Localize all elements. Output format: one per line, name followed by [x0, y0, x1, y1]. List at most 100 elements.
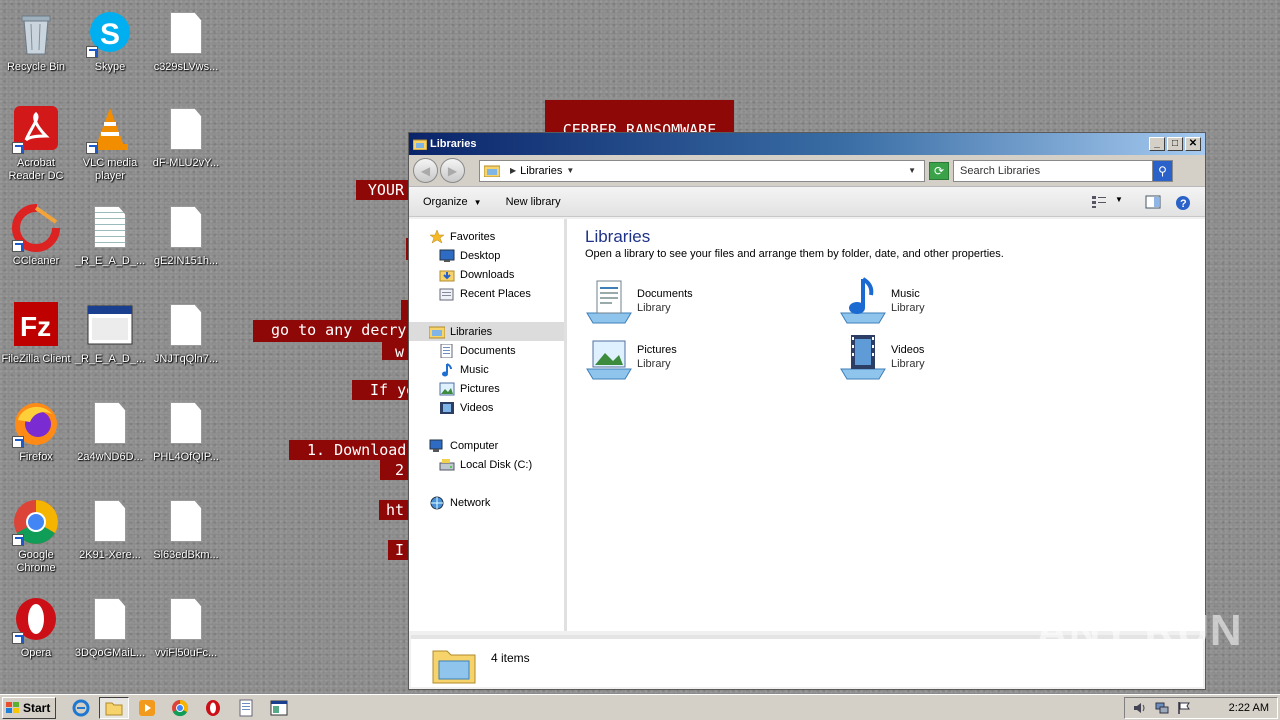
breadcrumb-libraries[interactable]: Libraries [520, 165, 562, 177]
desktop-icon-readme-2[interactable]: _R_E_A_D_... [72, 296, 148, 388]
file-icon [162, 204, 210, 252]
desktop-icon-label: 3DQoGMaiL... [74, 647, 146, 659]
title-bar[interactable]: Libraries _ □ ✕ [409, 133, 1205, 155]
desktop-icon-file[interactable]: gE2IN151h... [148, 198, 224, 290]
desktop-icon-file[interactable]: JNJTqQln7... [148, 296, 224, 388]
view-options-dropdown-icon[interactable]: ▼ [1115, 195, 1131, 209]
back-button[interactable]: ◀ [413, 158, 438, 183]
nav-item-music[interactable]: Music [409, 360, 564, 379]
clock[interactable]: 2:22 AM [1229, 702, 1269, 714]
desktop-icon-label: Acrobat Reader DC [8, 157, 64, 182]
desktop-icon-recycle-bin[interactable]: Recycle Bin [0, 4, 74, 96]
forward-button[interactable]: ▶ [440, 158, 465, 183]
library-pictures[interactable]: Pictures Library [585, 332, 785, 382]
desktop-icon-label: Recycle Bin [6, 61, 66, 73]
maximize-button[interactable]: □ [1167, 137, 1183, 151]
documents-icon [439, 343, 455, 358]
taskbar-notepad-icon[interactable] [231, 697, 261, 719]
breadcrumb-separator-icon[interactable]: ▶ [510, 166, 516, 175]
desktop-icon-filezilla[interactable]: Fz FileZilla Client [0, 296, 74, 388]
organize-button[interactable]: Organize ▼ [423, 196, 482, 208]
desktop-icon-label: PHL4OfQIP... [153, 451, 219, 463]
nav-item-label: Network [450, 496, 491, 509]
desktop-icon-readme-1[interactable]: _R_E_A_D_... [72, 198, 148, 290]
ransom-line: I [388, 540, 410, 560]
navigation-pane[interactable]: Favorites Desktop Downloads Recent Place… [409, 219, 567, 631]
nav-item-label: Recent Places [460, 287, 531, 300]
nav-item-documents[interactable]: Documents [409, 341, 564, 360]
filezilla-icon: Fz [12, 302, 60, 350]
nav-item-desktop[interactable]: Desktop [409, 246, 564, 265]
library-music[interactable]: Music Library [839, 276, 1039, 326]
desktop-icon-chrome[interactable]: Google Chrome [0, 492, 74, 584]
taskbar-explorer-icon[interactable] [99, 696, 129, 719]
library-videos[interactable]: Videos Library [839, 332, 1039, 382]
close-button[interactable]: ✕ [1185, 137, 1201, 151]
search-input[interactable]: Search Libraries [960, 165, 1040, 177]
nav-item-computer[interactable]: Computer [409, 436, 564, 455]
desktop-icon-vlc[interactable]: VLC media player [72, 100, 148, 192]
desktop-icon-ccleaner[interactable]: CCleaner [0, 198, 74, 290]
start-button[interactable]: Start [2, 696, 56, 719]
desktop-icon-file[interactable]: 2a4wND6D... [72, 394, 148, 486]
nav-item-videos[interactable]: Videos [409, 398, 564, 417]
file-icon [162, 302, 210, 350]
content-pane[interactable]: Libraries Open a library to see your fil… [567, 219, 1205, 631]
desktop-icon-label: Sl63edBkm... [153, 549, 219, 561]
nav-item-local-disk[interactable]: Local Disk (C:) [409, 455, 564, 474]
taskbar-window-icon[interactable] [264, 697, 294, 719]
action-center-flag-icon[interactable] [1177, 701, 1191, 715]
desktop-icon-file[interactable]: 3DQoGMaiL... [72, 590, 148, 682]
taskbar-media-player-icon[interactable] [132, 697, 162, 719]
help-icon[interactable]: ? [1175, 195, 1191, 210]
ransom-line: ht [379, 500, 410, 520]
desktop-icon-label: CCleaner [12, 255, 60, 267]
desktop-icon-file[interactable]: c329sLVws... [148, 4, 224, 96]
library-documents[interactable]: Documents Library [585, 276, 785, 326]
desktop-icon-skype[interactable]: S Skype [72, 4, 148, 96]
taskbar-opera-icon[interactable] [198, 697, 228, 719]
svg-text:?: ? [1180, 198, 1187, 210]
search-box[interactable]: Search Libraries ⚲ [953, 159, 1173, 182]
nav-item-label: Pictures [460, 382, 500, 395]
svg-text:S: S [100, 18, 120, 51]
window-body: Favorites Desktop Downloads Recent Place… [409, 219, 1205, 631]
taskbar-ie-icon[interactable] [66, 697, 96, 719]
desktop-icon-firefox[interactable]: Firefox [0, 394, 74, 486]
preview-pane-icon[interactable] [1145, 195, 1161, 209]
taskbar-chrome-icon[interactable] [165, 697, 195, 719]
desktop-icon-file[interactable]: vviFl50uFc... [148, 590, 224, 682]
volume-icon[interactable] [1133, 701, 1147, 715]
network-status-icon[interactable] [1155, 701, 1169, 715]
opera-icon [12, 596, 60, 644]
pictures-icon [439, 382, 455, 396]
libraries-folder-icon [431, 645, 477, 685]
address-bar[interactable]: ▶ Libraries ▼ ▼ [479, 159, 925, 182]
nav-item-libraries[interactable]: Libraries [409, 322, 564, 341]
videos-library-icon [839, 333, 887, 381]
new-library-button[interactable]: New library [506, 196, 561, 208]
star-icon [429, 228, 445, 244]
nav-item-recent-places[interactable]: Recent Places [409, 284, 564, 303]
desktop-icon-label: Firefox [19, 451, 53, 463]
desktop-icon-file[interactable]: PHL4OfQIP... [148, 394, 224, 486]
nav-item-downloads[interactable]: Downloads [409, 265, 564, 284]
file-icon [86, 498, 134, 546]
minimize-button[interactable]: _ [1149, 137, 1165, 151]
refresh-button[interactable]: ⟳ [929, 161, 949, 180]
nav-item-pictures[interactable]: Pictures [409, 379, 564, 398]
address-history-dropdown-icon[interactable]: ▼ [908, 166, 916, 175]
window-title: Libraries [430, 138, 477, 150]
search-icon[interactable]: ⚲ [1152, 160, 1172, 181]
nav-item-favorites[interactable]: Favorites [409, 227, 564, 246]
change-view-icon[interactable] [1091, 195, 1107, 209]
desktop-icon-file[interactable]: 2K91-Xere... [72, 492, 148, 584]
desktop-icon-acrobat[interactable]: Acrobat Reader DC [0, 100, 74, 192]
nav-item-label: Documents [460, 344, 516, 357]
desktop-icon-opera[interactable]: Opera [0, 590, 74, 682]
desktop-icon-file[interactable]: dF-MLU2vY... [148, 100, 224, 192]
nav-item-network[interactable]: Network [409, 493, 564, 512]
breadcrumb-dropdown-icon[interactable]: ▼ [566, 166, 574, 175]
file-icon [162, 106, 210, 154]
desktop-icon-file[interactable]: Sl63edBkm... [148, 492, 224, 584]
